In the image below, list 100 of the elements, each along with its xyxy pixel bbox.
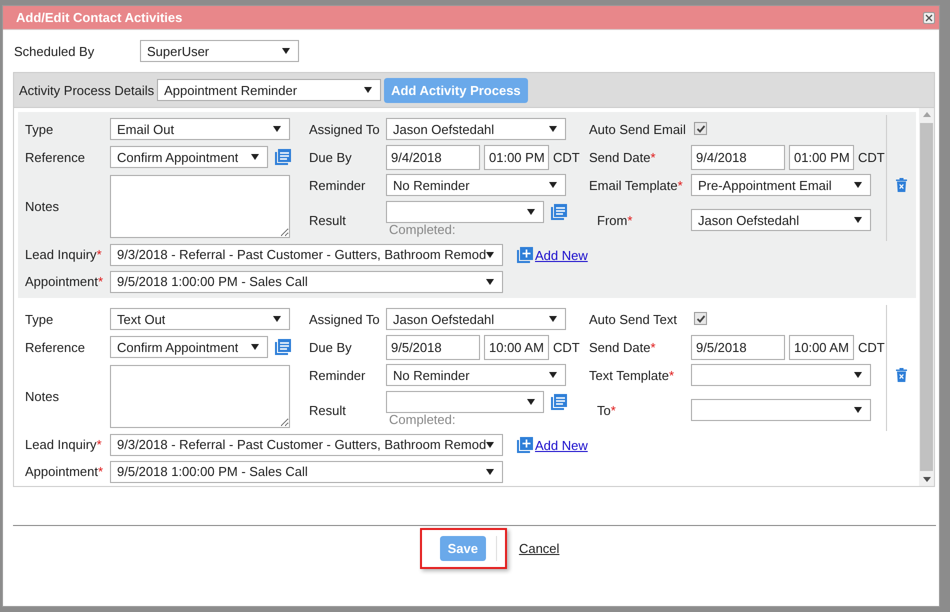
time-zone: CDT bbox=[858, 340, 885, 354]
field-label: Assigned To bbox=[309, 312, 381, 326]
field-label: Appointment* bbox=[25, 464, 104, 479]
dropdown[interactable]: Pre-Appointment Email bbox=[691, 174, 871, 196]
field-label: Scheduled By bbox=[14, 44, 96, 58]
field-label: Lead Inquiry* bbox=[25, 437, 103, 452]
dropdown[interactable]: 9/5/2018 1:00:00 PM - Sales Call bbox=[110, 460, 503, 482]
dropdown[interactable]: 9/3/2018 - Referral - Past Customer - Gutters, Bathroom Remod bbox=[110, 434, 503, 456]
dropdown[interactable] bbox=[691, 399, 871, 421]
checkbox[interactable] bbox=[694, 122, 707, 135]
dropdown[interactable]: Email Out bbox=[110, 118, 290, 140]
field-label: Result bbox=[309, 402, 347, 418]
caret-icon bbox=[549, 181, 557, 189]
caret-icon bbox=[273, 125, 281, 133]
caret-icon bbox=[364, 86, 372, 94]
completed-label: Completed: bbox=[389, 223, 456, 237]
add-new-link[interactable]: Add New bbox=[535, 248, 588, 262]
field-label: Text Template* bbox=[589, 368, 676, 382]
completed-label: Completed: bbox=[389, 413, 456, 427]
field-label: Reminder bbox=[309, 368, 366, 382]
caret-icon bbox=[251, 343, 259, 351]
caret-icon bbox=[486, 468, 494, 476]
trash-icon[interactable] bbox=[896, 368, 906, 382]
date-field[interactable]: 9/4/2018 bbox=[691, 144, 785, 170]
dropdown[interactable]: Text Out bbox=[110, 308, 290, 330]
dropdown[interactable]: 9/3/2018 - Referral - Past Customer - Gutters, Bathroom Remod bbox=[110, 244, 503, 266]
field-label: Email Template* bbox=[589, 178, 684, 192]
caret-icon bbox=[527, 208, 535, 216]
window-title: Add/Edit Contact Activities bbox=[16, 10, 182, 25]
date-field[interactable]: 9/5/2018 bbox=[386, 334, 480, 360]
list-icon[interactable] bbox=[275, 339, 291, 355]
field-label: Auto Send Email bbox=[589, 122, 687, 136]
field-label: Activity Process Details bbox=[19, 82, 154, 98]
time-field[interactable]: 01:00 PM bbox=[789, 144, 854, 170]
list-icon[interactable] bbox=[275, 149, 291, 165]
add-icon[interactable] bbox=[517, 436, 533, 452]
field-label: Notes bbox=[25, 198, 60, 214]
field-label: Send Date* bbox=[589, 150, 656, 164]
date-field[interactable]: 9/4/2018 bbox=[386, 144, 480, 170]
field-label: Assigned To bbox=[309, 122, 381, 136]
dropdown[interactable]: Jason Oefstedahl bbox=[386, 308, 566, 330]
dropdown[interactable]: Confirm Appointment bbox=[110, 336, 268, 358]
field-label: Reminder bbox=[309, 178, 366, 192]
field-label: Reference bbox=[25, 340, 86, 354]
field-label: Reference bbox=[25, 150, 86, 164]
caret-icon bbox=[486, 440, 494, 448]
field-label: Appointment* bbox=[25, 274, 104, 289]
dropdown[interactable]: Jason Oefstedahl bbox=[386, 118, 566, 140]
caret-icon bbox=[251, 153, 259, 161]
field-label: Type bbox=[25, 312, 54, 326]
caret-icon bbox=[549, 315, 557, 323]
field-label: Notes bbox=[25, 388, 60, 404]
add-new-link[interactable]: Add New bbox=[535, 438, 588, 452]
field-label: Type bbox=[25, 122, 54, 136]
scroll-up-icon[interactable] bbox=[922, 112, 930, 117]
cancel-link[interactable]: Cancel bbox=[518, 541, 560, 556]
date-field[interactable]: 9/5/2018 bbox=[691, 334, 785, 360]
caret-icon bbox=[527, 398, 535, 406]
scrollbar-thumb[interactable] bbox=[920, 123, 933, 471]
time-field[interactable]: 10:00 AM bbox=[789, 334, 854, 360]
caret-icon bbox=[486, 278, 494, 286]
caret-icon bbox=[854, 181, 862, 189]
close-icon bbox=[925, 14, 933, 22]
time-zone: CDT bbox=[858, 150, 885, 164]
caret-icon bbox=[486, 250, 494, 258]
dropdown[interactable]: Appointment Reminder bbox=[157, 79, 382, 101]
scrollbar[interactable] bbox=[919, 108, 934, 486]
dropdown[interactable]: Confirm Appointment bbox=[110, 146, 268, 168]
dropdown[interactable]: No Reminder bbox=[386, 364, 566, 386]
list-icon[interactable] bbox=[551, 394, 567, 410]
notes-field[interactable] bbox=[110, 364, 290, 428]
field-label: Result bbox=[309, 212, 347, 228]
time-field[interactable]: 10:00 AM bbox=[484, 334, 549, 360]
dropdown[interactable]: 9/5/2018 1:00:00 PM - Sales Call bbox=[110, 270, 503, 292]
add-icon[interactable] bbox=[517, 246, 533, 262]
checkbox[interactable] bbox=[694, 312, 707, 325]
caret-icon bbox=[854, 371, 862, 379]
caret-icon bbox=[282, 47, 290, 55]
field-label: Auto Send Text bbox=[589, 312, 678, 326]
field-label: Lead Inquiry* bbox=[25, 247, 103, 262]
caret-icon bbox=[549, 125, 557, 133]
field-label: From* bbox=[596, 212, 634, 228]
dropdown[interactable] bbox=[691, 364, 871, 386]
caret-icon bbox=[854, 216, 862, 224]
dropdown[interactable]: SuperUser bbox=[140, 40, 299, 62]
dropdown[interactable] bbox=[386, 201, 544, 223]
field-label: To* bbox=[596, 402, 617, 418]
list-icon[interactable] bbox=[551, 204, 567, 220]
field-label: Due By bbox=[309, 340, 353, 354]
time-zone: CDT bbox=[553, 340, 580, 354]
dropdown[interactable] bbox=[386, 391, 544, 413]
dropdown[interactable]: No Reminder bbox=[386, 174, 566, 196]
dropdown[interactable]: Jason Oefstedahl bbox=[691, 209, 871, 231]
scroll-down-icon[interactable] bbox=[922, 477, 930, 482]
time-field[interactable]: 01:00 PM bbox=[484, 144, 549, 170]
time-zone: CDT bbox=[553, 150, 580, 164]
trash-icon[interactable] bbox=[896, 178, 906, 192]
field-label: Due By bbox=[309, 150, 353, 164]
close-button[interactable] bbox=[923, 12, 935, 24]
notes-field[interactable] bbox=[110, 174, 290, 238]
